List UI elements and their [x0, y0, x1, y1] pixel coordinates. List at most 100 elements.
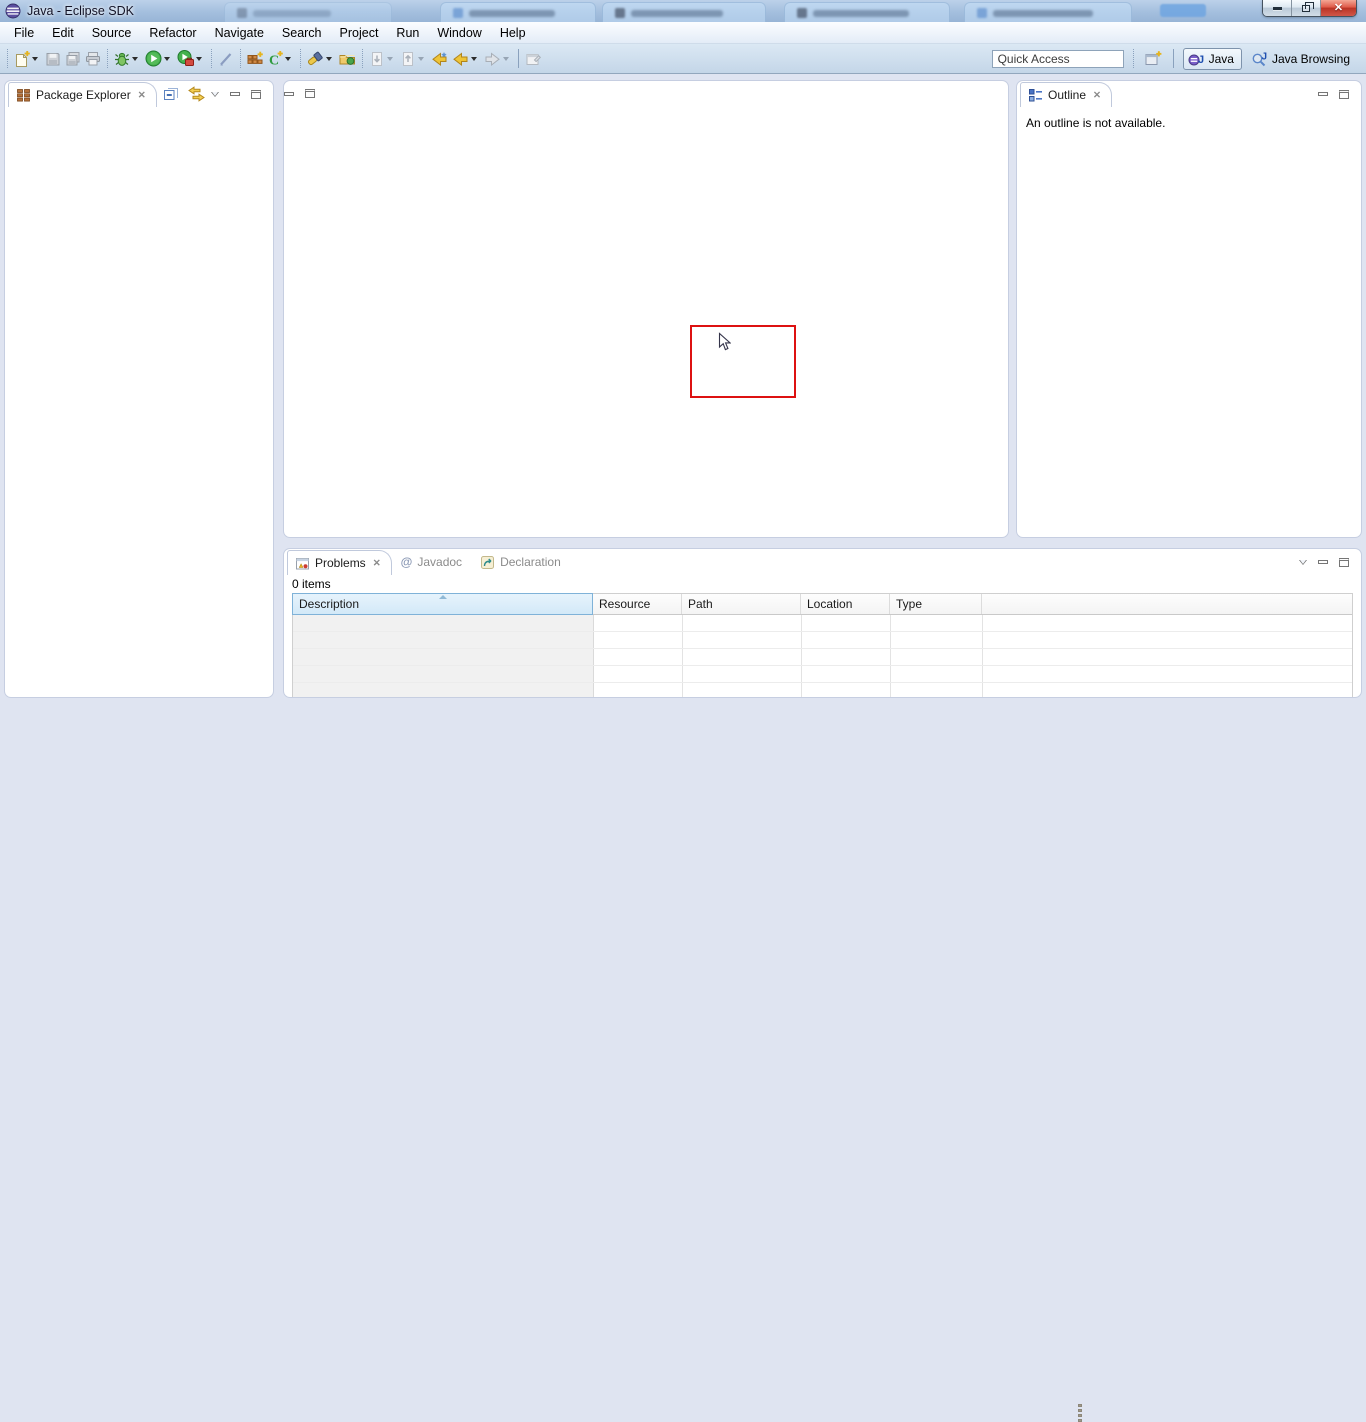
perspective-java-button[interactable]: J Java: [1183, 48, 1242, 70]
menu-navigate[interactable]: Navigate: [206, 24, 273, 42]
quick-access-input[interactable]: [992, 50, 1124, 68]
cell: [594, 649, 683, 665]
menu-file[interactable]: File: [5, 24, 43, 42]
new-java-working-set-button[interactable]: [216, 47, 236, 71]
cell: [594, 632, 683, 648]
save-button[interactable]: [43, 47, 63, 71]
menu-run[interactable]: Run: [387, 24, 428, 42]
next-annotation-dropdown-arrow[interactable]: [387, 57, 393, 61]
close-window-button[interactable]: ✕: [1321, 0, 1356, 16]
problems-table-header: Description Resource Path Location Type: [293, 594, 1352, 615]
tab-package-explorer[interactable]: Package Explorer ✕: [8, 82, 157, 107]
open-last-editor-button[interactable]: [523, 47, 544, 71]
javadoc-at-icon: @: [401, 555, 413, 569]
maximize-view-icon[interactable]: [251, 90, 261, 99]
minimize-view-icon[interactable]: [284, 92, 294, 96]
menu-window[interactable]: Window: [428, 24, 490, 42]
maximize-view-icon[interactable]: [305, 89, 315, 98]
restore-window-button[interactable]: [1292, 0, 1321, 16]
titlebar[interactable]: Java - Eclipse SDK ✕: [0, 0, 1366, 22]
debug-dropdown-arrow[interactable]: [132, 57, 138, 61]
menu-project[interactable]: Project: [331, 24, 388, 42]
previous-annotation-icon: [400, 51, 416, 67]
main-toolbar: C: [0, 44, 1366, 74]
new-wizard-dropdown-arrow[interactable]: [32, 57, 38, 61]
column-header-description[interactable]: Description: [292, 593, 593, 615]
view-menu-icon[interactable]: [211, 92, 219, 97]
minimize-view-icon[interactable]: [1318, 560, 1328, 564]
collapse-all-button[interactable]: [163, 86, 180, 102]
open-type-button[interactable]: [337, 47, 358, 71]
cell: [594, 666, 683, 682]
forward-dropdown-arrow[interactable]: [503, 57, 509, 61]
editor-window-icon: [525, 51, 542, 67]
previous-annotation-button[interactable]: [398, 47, 429, 71]
run-last-tool-button[interactable]: [175, 47, 207, 71]
tab-javadoc[interactable]: @ Javadoc: [392, 555, 471, 569]
package-explorer-header: Package Explorer ✕: [5, 81, 273, 107]
cell: [891, 683, 983, 698]
status-bar-drag-handle[interactable]: [1078, 1404, 1082, 1422]
forward-arrow-icon: [484, 51, 501, 67]
open-perspective-button[interactable]: [1143, 47, 1164, 71]
minimize-window-button[interactable]: [1263, 0, 1292, 16]
menu-help[interactable]: Help: [491, 24, 535, 42]
search-button[interactable]: [305, 47, 337, 71]
background-tab-text: [469, 10, 555, 17]
close-icon: ✕: [1334, 3, 1343, 14]
save-all-button[interactable]: [63, 47, 83, 71]
search-dropdown-arrow[interactable]: [326, 57, 332, 61]
maximize-view-icon[interactable]: [1339, 90, 1349, 99]
search-flashlight-icon: [307, 50, 324, 67]
close-tab-icon[interactable]: ✕: [371, 557, 383, 570]
link-with-editor-button[interactable]: [188, 86, 205, 102]
tab-outline[interactable]: Outline ✕: [1020, 82, 1112, 107]
status-bar: [0, 700, 1366, 728]
close-tab-icon[interactable]: ✕: [136, 89, 148, 102]
print-button[interactable]: [83, 47, 103, 71]
back-dropdown-arrow[interactable]: [471, 57, 477, 61]
maximize-view-icon[interactable]: [1339, 558, 1349, 567]
new-java-project-button[interactable]: [245, 47, 265, 71]
minimize-icon: [1273, 7, 1282, 10]
last-edit-location-button[interactable]: [429, 47, 450, 71]
new-wizard-button[interactable]: [12, 47, 43, 71]
drag-dot: [1078, 1404, 1082, 1407]
minimize-view-icon[interactable]: [230, 92, 240, 96]
minimize-view-icon[interactable]: [1318, 92, 1328, 96]
tab-declaration[interactable]: Declaration: [471, 555, 570, 570]
run-dropdown-arrow[interactable]: [164, 57, 170, 61]
editor-area[interactable]: [283, 80, 1009, 538]
forward-button[interactable]: [482, 47, 514, 71]
cell: [802, 632, 891, 648]
menu-refactor[interactable]: Refactor: [140, 24, 205, 42]
perspective-java-browsing-label: Java Browsing: [1272, 52, 1350, 66]
view-menu-icon[interactable]: [1299, 560, 1307, 565]
menu-source[interactable]: Source: [83, 24, 141, 42]
run-button[interactable]: [143, 47, 175, 71]
problems-header: Problems ✕ @ Javadoc Declaration: [284, 549, 1361, 575]
column-header-resource[interactable]: Resource: [593, 594, 682, 614]
run-last-tool-dropdown-arrow[interactable]: [196, 57, 202, 61]
back-button[interactable]: [450, 47, 482, 71]
column-header-location[interactable]: Location: [801, 594, 890, 614]
close-tab-icon[interactable]: ✕: [1091, 89, 1103, 102]
background-tab-text: [253, 10, 331, 17]
cell: [802, 649, 891, 665]
package-explorer-body[interactable]: [5, 107, 273, 697]
background-tab-favicon: [453, 8, 463, 18]
column-header-type[interactable]: Type: [890, 594, 982, 614]
perspective-java-browsing-button[interactable]: J Java Browsing: [1247, 49, 1357, 69]
menu-edit[interactable]: Edit: [43, 24, 83, 42]
new-java-class-button[interactable]: C: [265, 47, 296, 71]
column-header-path[interactable]: Path: [682, 594, 801, 614]
new-java-class-dropdown-arrow[interactable]: [285, 57, 291, 61]
menu-search[interactable]: Search: [273, 24, 331, 42]
debug-button[interactable]: [112, 47, 143, 71]
column-label: Location: [807, 597, 852, 611]
next-annotation-button[interactable]: [367, 47, 398, 71]
tab-problems[interactable]: Problems ✕: [287, 550, 392, 575]
previous-annotation-dropdown-arrow[interactable]: [418, 57, 424, 61]
drag-dot: [1078, 1414, 1082, 1417]
toolbar-separator: [300, 49, 301, 68]
